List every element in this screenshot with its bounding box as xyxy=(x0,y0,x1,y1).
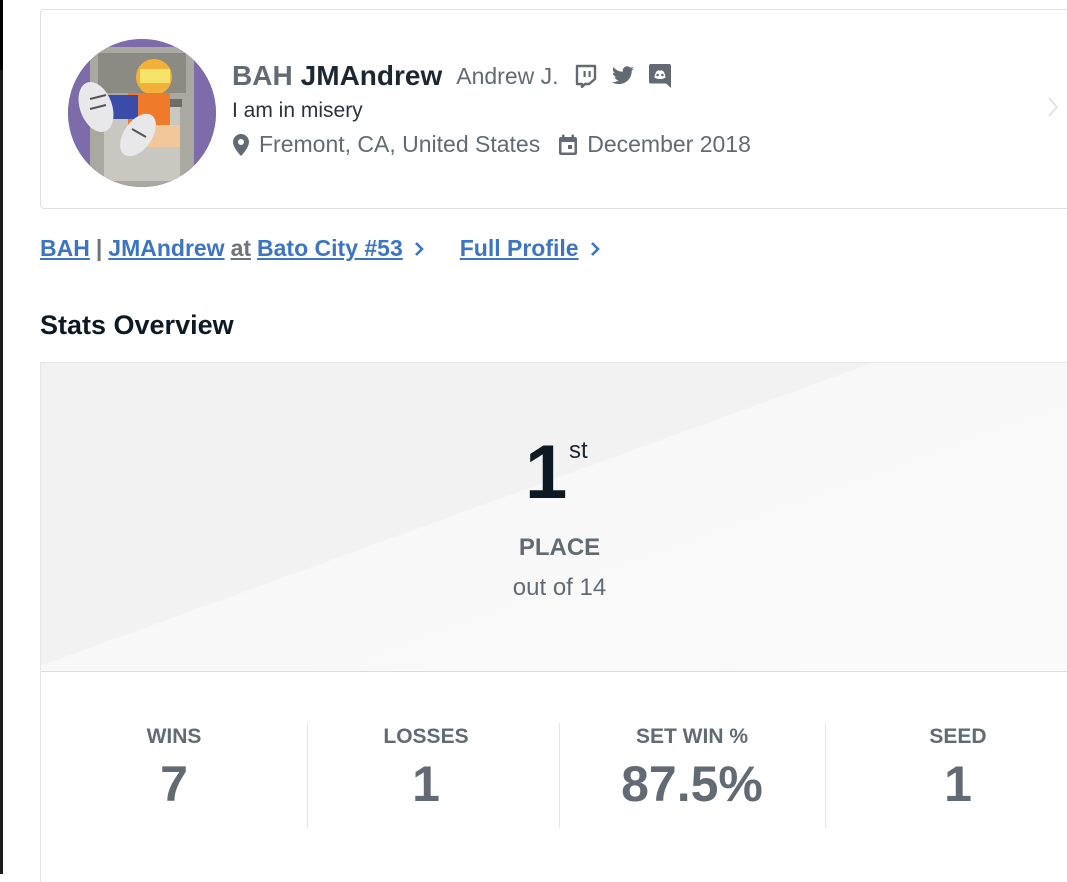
bio: I am in misery xyxy=(232,99,363,122)
discord-icon[interactable] xyxy=(647,63,673,89)
place-suffix: st xyxy=(569,437,588,464)
profile-card[interactable]: BAH JMAndrew Andrew J. I am in misery Fr… xyxy=(40,9,1067,209)
twitter-icon[interactable] xyxy=(610,63,636,89)
section-title: Stats Overview xyxy=(40,310,234,340)
chevron-right-icon[interactable] xyxy=(1047,96,1059,123)
links-row: BAH | JMAndrew at Bato City #53 Full Profile xyxy=(40,235,636,262)
stat-set-win-pct: SET WIN % 87.5% xyxy=(559,723,826,828)
avatar[interactable] xyxy=(68,39,216,187)
stat-value: 87.5% xyxy=(621,756,763,812)
stat-label: SET WIN % xyxy=(635,725,748,748)
location-pin-icon xyxy=(232,133,250,157)
gamertag: JMAndrew xyxy=(300,60,443,91)
stat-seed: SEED 1 xyxy=(825,723,1067,828)
avatar-image xyxy=(68,39,216,187)
chevron-right-icon[interactable] xyxy=(590,241,600,257)
stat-label: WINS xyxy=(146,725,202,748)
event-link-text: Bato City #53 xyxy=(257,235,403,261)
window-edge xyxy=(0,0,3,874)
real-name: Andrew J. xyxy=(456,62,559,89)
name-row: BAH JMAndrew Andrew J. xyxy=(232,58,684,94)
place-out-of: out of 14 xyxy=(512,574,607,601)
stat-losses: LOSSES 1 xyxy=(293,723,560,828)
stat-value: 1 xyxy=(944,756,972,812)
placement-area: 1 st PLACE out of 14 xyxy=(41,363,1067,672)
stats-panel: 1 st PLACE out of 14 WINS 7 LOSSES 1 SET… xyxy=(40,362,1067,882)
at-text: at xyxy=(230,235,252,261)
stat-value: 1 xyxy=(412,756,440,812)
sponsor-prefix: BAH xyxy=(232,60,293,91)
full-profile-link[interactable]: Full Profile xyxy=(460,235,579,262)
entrant-tag: JMAndrew xyxy=(108,235,225,261)
entrant-prefix: BAH xyxy=(40,235,90,261)
place-label: PLACE xyxy=(518,534,601,561)
chevron-right-icon[interactable] xyxy=(414,241,424,257)
stat-label: SEED xyxy=(929,725,987,748)
joined-date: December 2018 xyxy=(587,131,751,157)
location-text: Fremont, CA, United States xyxy=(259,131,541,157)
twitch-icon[interactable] xyxy=(573,63,599,89)
place-number: 1 xyxy=(525,430,568,515)
window-edge-top xyxy=(0,0,3,70)
profile-meta: Fremont, CA, United States December 2018 xyxy=(232,131,751,158)
entrant-link[interactable]: BAH | JMAndrew at Bato City #53 xyxy=(40,235,403,262)
calendar-icon xyxy=(558,134,578,156)
stat-value: 7 xyxy=(160,756,188,812)
entrant-separator: | xyxy=(95,235,103,261)
stat-label: LOSSES xyxy=(383,725,469,748)
stat-wins: WINS 7 xyxy=(41,723,308,828)
